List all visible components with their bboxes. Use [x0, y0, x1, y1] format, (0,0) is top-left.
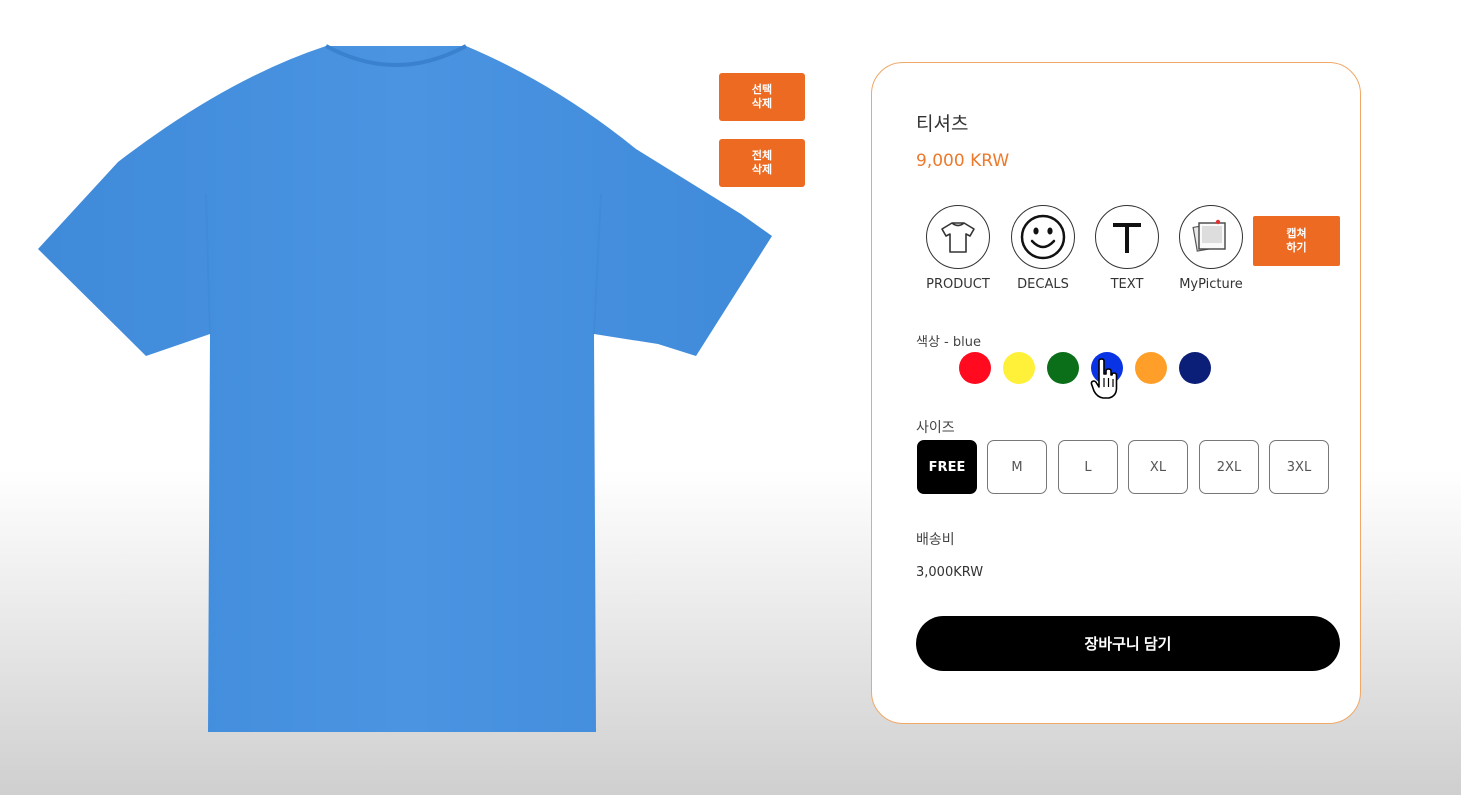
color-swatch-red[interactable]	[959, 352, 991, 384]
color-swatch-orange[interactable]	[1135, 352, 1167, 384]
tool-mypicture-label: MyPicture	[1179, 277, 1243, 292]
smiley-icon	[1020, 214, 1066, 260]
color-label: 색상 - blue	[916, 335, 981, 350]
tool-decals-button[interactable]: DECALS	[1007, 205, 1079, 292]
tool-mypicture-button[interactable]: MyPicture	[1175, 205, 1247, 292]
tool-product-label: PRODUCT	[926, 277, 990, 292]
tool-product-button[interactable]: PRODUCT	[922, 205, 994, 292]
shipping-label: 배송비	[916, 532, 955, 548]
photos-icon	[1192, 219, 1226, 252]
add-to-cart-button[interactable]: 장바구니 담기	[916, 616, 1340, 671]
hand-cursor-icon	[1090, 358, 1118, 399]
size-option-2xl[interactable]: 2XL	[1199, 440, 1259, 494]
size-label: 사이즈	[916, 420, 955, 436]
size-option-l[interactable]: L	[1058, 440, 1118, 494]
product-title: 티셔츠	[916, 113, 969, 135]
shipping-value: 3,000KRW	[916, 565, 984, 580]
capture-button[interactable]: 캡쳐 하기	[1253, 216, 1340, 266]
tool-text-label: TEXT	[1110, 277, 1144, 292]
size-option-free[interactable]: FREE	[917, 440, 977, 494]
tshirt-body	[38, 46, 772, 732]
color-swatch-yellow[interactable]	[1003, 352, 1035, 384]
tool-text-button[interactable]: TEXT	[1091, 205, 1163, 292]
tshirt-icon	[941, 222, 975, 253]
product-price: 9,000 KRW	[916, 151, 1010, 171]
size-option-m[interactable]: M	[987, 440, 1047, 494]
size-option-xl[interactable]: XL	[1128, 440, 1188, 494]
color-swatch-navy[interactable]	[1179, 352, 1211, 384]
tool-decals-label: DECALS	[1017, 277, 1069, 292]
color-swatch-green[interactable]	[1047, 352, 1079, 384]
text-t-icon	[1113, 223, 1141, 253]
delete-selected-button[interactable]: 선택 삭제	[719, 73, 805, 121]
delete-all-button[interactable]: 전체 삭제	[719, 139, 805, 187]
tshirt-canvas[interactable]	[36, 44, 776, 736]
size-option-3xl[interactable]: 3XL	[1269, 440, 1329, 494]
